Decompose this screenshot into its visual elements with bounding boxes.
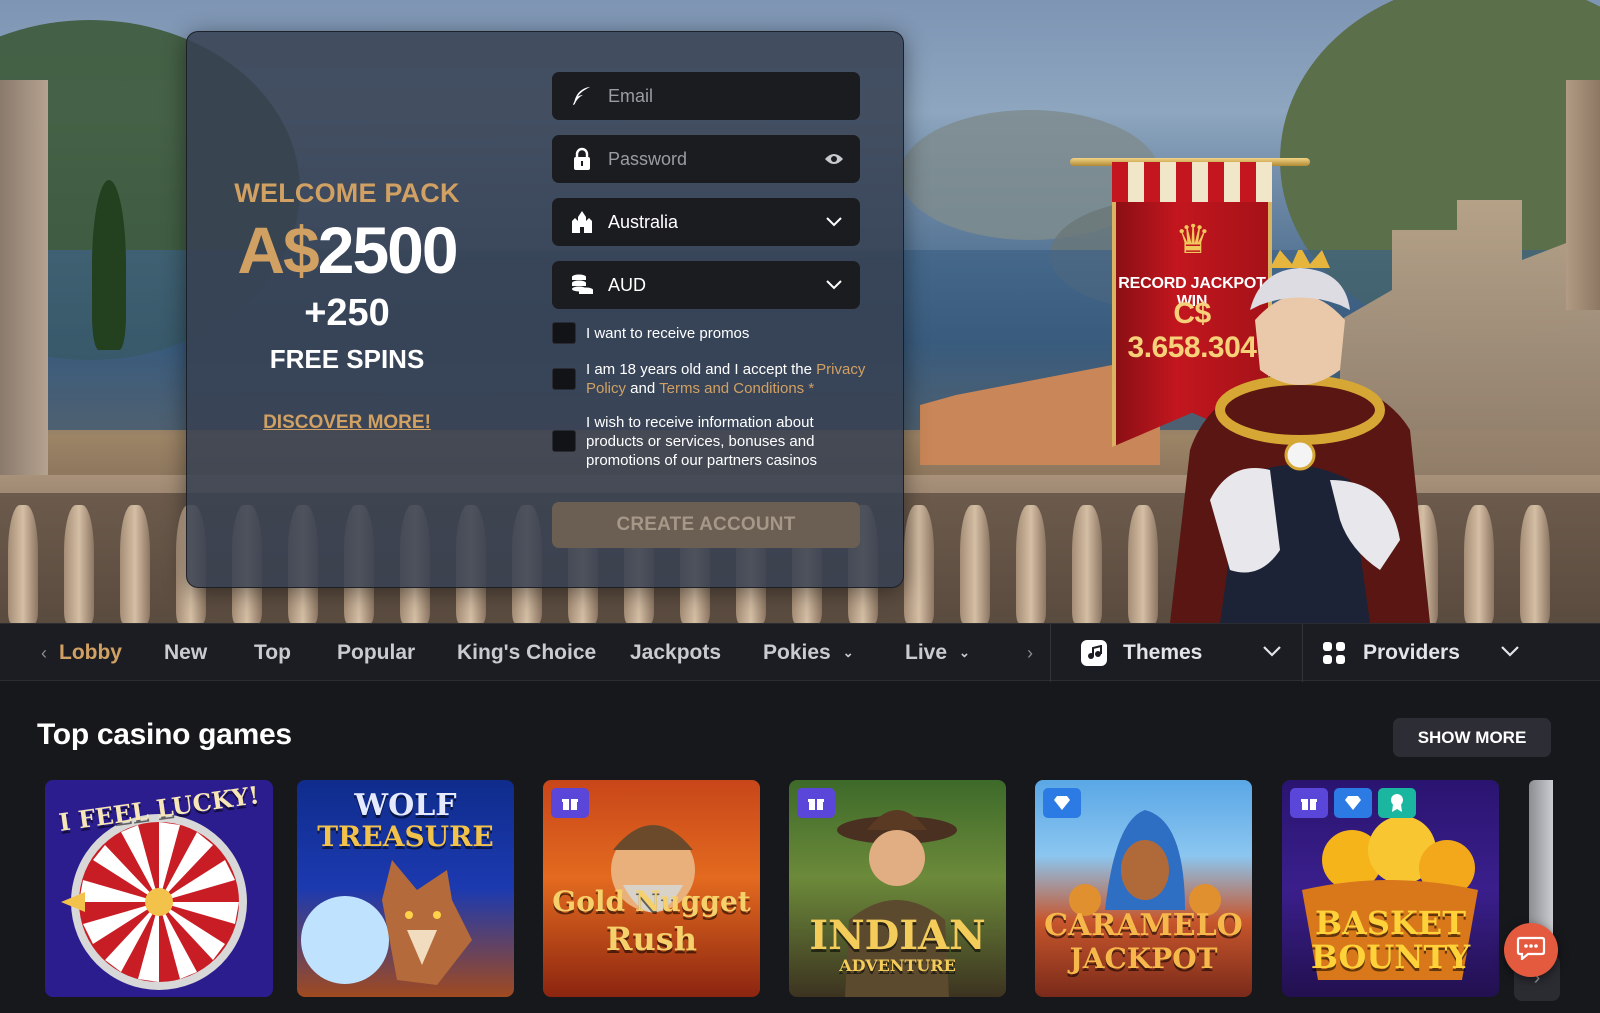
terms-conditions-link[interactable]: Terms and Conditions xyxy=(659,380,804,397)
promos-checkbox[interactable] xyxy=(552,322,576,344)
king-mascot xyxy=(1170,250,1430,623)
game-title: CARAMELO xyxy=(1044,908,1243,943)
game-tile-gold-nugget-rush[interactable]: Gold Nugget Rush xyxy=(543,780,760,997)
nav-item-new[interactable]: New xyxy=(164,624,207,682)
gift-icon xyxy=(1290,788,1328,818)
game-tile-basket-bounty[interactable]: BASKET BOUNTY xyxy=(1282,780,1499,997)
welcome-amount: A$2500 xyxy=(187,210,507,290)
category-nav: ‹ Lobby New Top Popular King's Choice Ja… xyxy=(0,623,1600,682)
grid-icon xyxy=(1321,640,1347,666)
game-tile-i-feel-lucky[interactable]: I FEEL LUCKY! xyxy=(45,780,273,997)
email-field[interactable]: Email xyxy=(552,72,860,120)
game-tile-wolf-treasure[interactable]: WOLF TREASURE xyxy=(297,780,514,997)
partners-checkbox-label: I wish to receive information about prod… xyxy=(586,414,817,469)
create-account-button[interactable]: CREATE ACCOUNT xyxy=(552,502,860,548)
welcome-promo: WELCOME PACK A$2500 +250 FREE SPINS DISC… xyxy=(187,32,507,589)
welcome-amount-value: 2500 xyxy=(317,213,459,287)
chevron-right-icon[interactable]: › xyxy=(1020,624,1040,682)
chevron-down-icon xyxy=(822,210,846,234)
eye-icon[interactable] xyxy=(822,147,846,171)
themes-icon xyxy=(1081,640,1107,666)
chat-button[interactable] xyxy=(1504,923,1558,977)
free-spins-count: +250 xyxy=(304,292,390,334)
game-title: JACKPOT xyxy=(1069,942,1218,975)
gift-icon xyxy=(797,788,835,818)
terms-prefix: I am 18 years old and I accept the xyxy=(586,361,817,378)
game-title: Rush xyxy=(605,920,698,958)
discover-more-link[interactable]: DISCOVER MORE! xyxy=(187,412,507,434)
hero-tree xyxy=(92,180,126,350)
email-placeholder: Email xyxy=(608,85,654,106)
castle-icon xyxy=(570,210,594,234)
chevron-down-icon xyxy=(1501,644,1519,662)
show-more-button[interactable]: SHOW MORE xyxy=(1393,718,1551,757)
game-tile-indian-adventure[interactable]: INDIAN ADVENTURE xyxy=(789,780,1006,997)
nav-item-lobby[interactable]: Lobby xyxy=(59,624,122,682)
terms-checkbox-label: I am 18 years old and I accept the Priva… xyxy=(586,360,866,398)
password-placeholder: Password xyxy=(608,148,688,169)
country-value: Australia xyxy=(608,211,679,232)
chevron-down-icon: ⌄ xyxy=(842,645,854,660)
partners-checkbox[interactable] xyxy=(552,430,576,452)
game-title: Gold Nugget xyxy=(552,885,751,918)
signup-card: WELCOME PACK A$2500 +250 FREE SPINS DISC… xyxy=(186,31,904,588)
country-select[interactable]: Australia xyxy=(552,198,860,246)
feather-pen-icon xyxy=(570,84,594,108)
game-tile-caramelo-jackpot[interactable]: CARAMELO JACKPOT xyxy=(1035,780,1252,997)
themes-dropdown[interactable]: Themes xyxy=(1081,624,1281,682)
nav-item-jackpots[interactable]: Jackpots xyxy=(630,624,721,682)
gift-icon xyxy=(551,788,589,818)
chevron-down-icon: ⌄ xyxy=(959,645,970,660)
diamond-icon xyxy=(1043,788,1081,818)
welcome-pack-label: WELCOME PACK xyxy=(234,178,460,208)
game-badges xyxy=(551,788,589,818)
banner-stripes xyxy=(1112,162,1272,202)
game-badges xyxy=(1290,788,1416,818)
award-icon xyxy=(1378,788,1416,818)
chevron-down-icon xyxy=(1263,644,1281,662)
hero-tower xyxy=(0,80,48,480)
themes-label: Themes xyxy=(1123,641,1203,664)
game-title: BOUNTY xyxy=(1310,938,1471,976)
nav-item-top[interactable]: Top xyxy=(254,624,291,682)
required-marker: * xyxy=(804,380,815,397)
password-field[interactable]: Password xyxy=(552,135,860,183)
nav-item-pokies-label: Pokies xyxy=(763,641,831,664)
chat-icon xyxy=(1516,936,1546,965)
chevron-down-icon xyxy=(822,273,846,297)
coins-icon xyxy=(570,273,594,297)
nav-item-live-label: Live xyxy=(905,641,948,664)
currency-value: AUD xyxy=(608,274,647,295)
nav-item-pokies[interactable]: Pokies ⌄ xyxy=(763,624,854,682)
game-badges xyxy=(797,788,835,818)
padlock-icon xyxy=(570,147,594,171)
chevron-left-icon[interactable]: ‹ xyxy=(34,624,54,682)
game-title: WOLF xyxy=(354,788,457,823)
nav-divider xyxy=(1302,624,1303,682)
free-spins-label: FREE SPINS xyxy=(269,344,425,374)
game-badges xyxy=(1043,788,1081,818)
terms-checkbox[interactable] xyxy=(552,368,576,390)
promos-checkbox-label: I want to receive promos xyxy=(586,325,750,342)
nav-divider xyxy=(1050,624,1051,682)
providers-label: Providers xyxy=(1363,641,1460,664)
providers-dropdown[interactable]: Providers xyxy=(1321,624,1519,682)
game-title: BASKET xyxy=(1315,904,1466,942)
game-title: INDIAN xyxy=(809,912,986,959)
diamond-icon xyxy=(1334,788,1372,818)
welcome-amount-currency: A$ xyxy=(237,213,319,287)
nav-item-popular[interactable]: Popular xyxy=(337,624,415,682)
currency-select[interactable]: AUD xyxy=(552,261,860,309)
game-title: TREASURE xyxy=(317,820,494,853)
game-title: ADVENTURE xyxy=(839,956,956,975)
hero-tower xyxy=(1566,80,1600,310)
section-title: Top casino games xyxy=(37,718,292,751)
nav-item-kings-choice[interactable]: King's Choice xyxy=(457,624,596,682)
nav-item-live[interactable]: Live ⌄ xyxy=(905,624,970,682)
terms-and: and xyxy=(626,380,660,397)
